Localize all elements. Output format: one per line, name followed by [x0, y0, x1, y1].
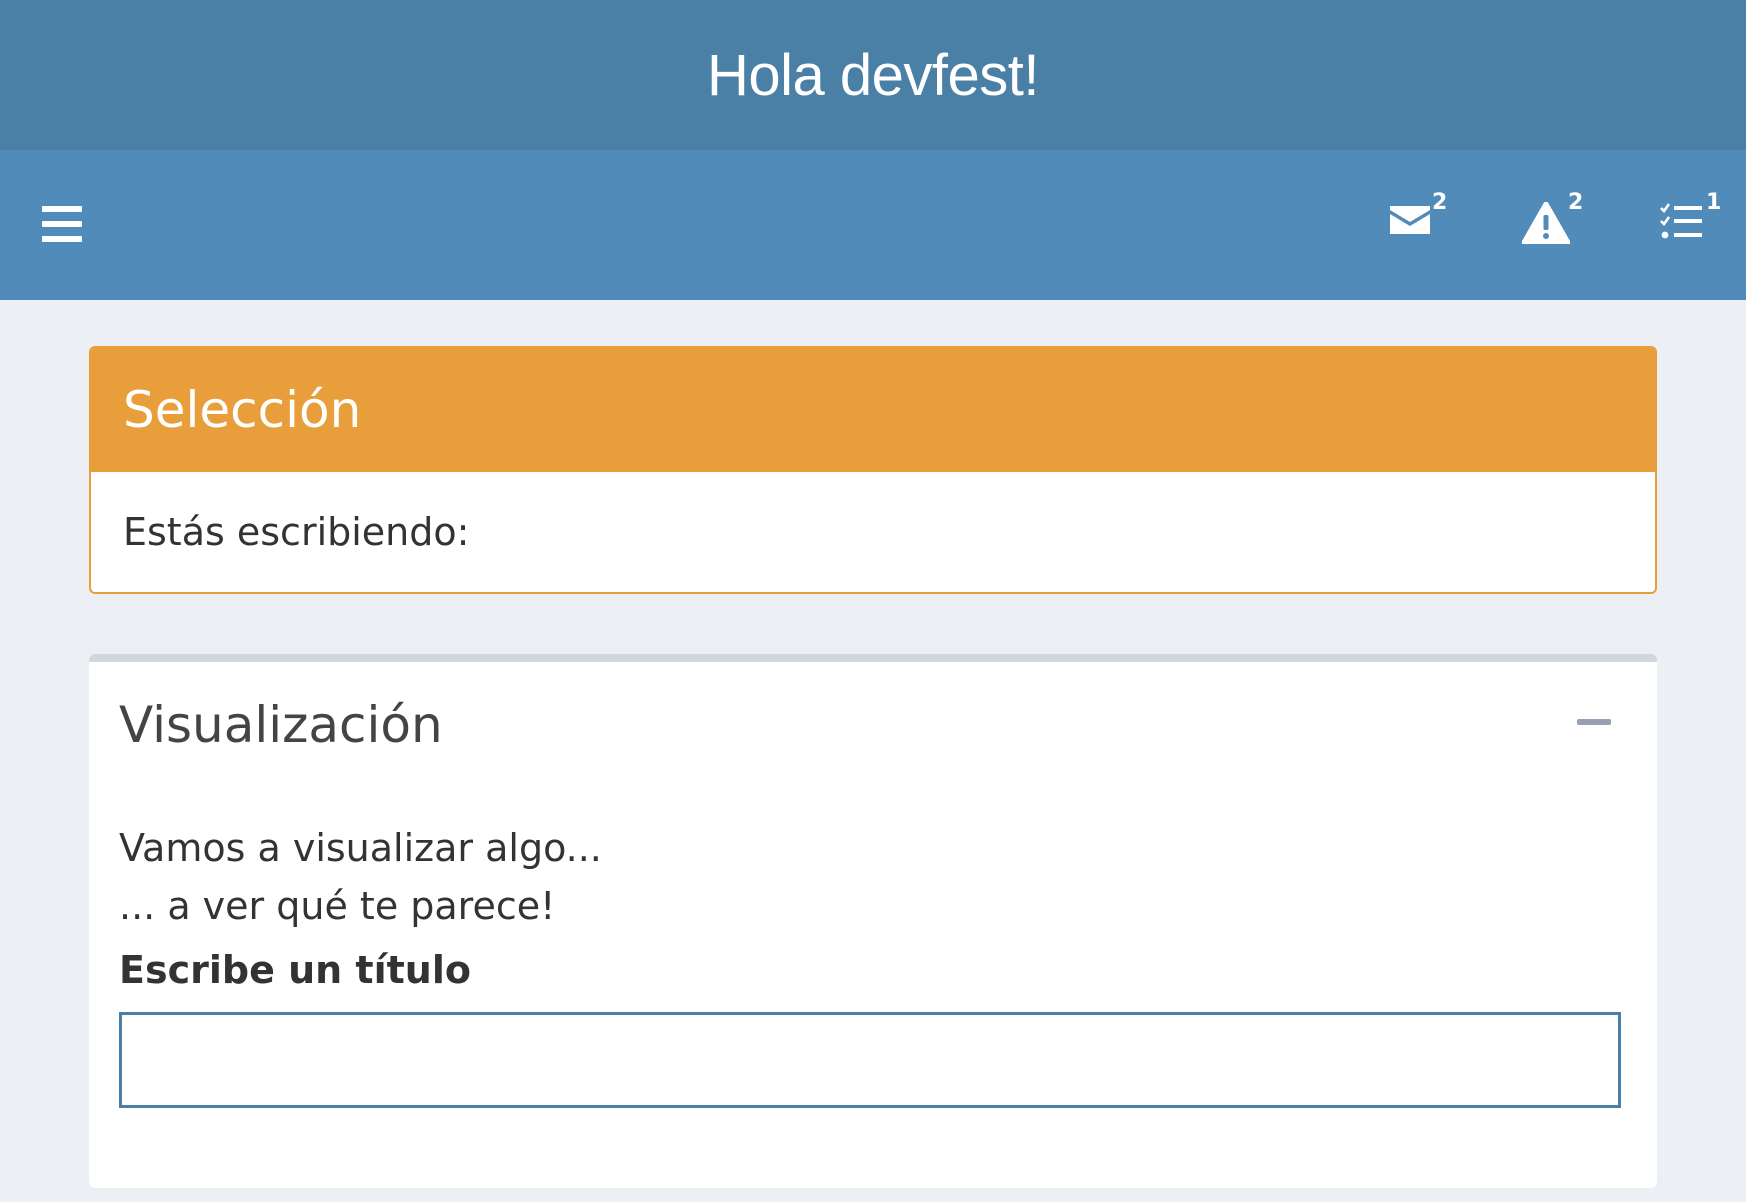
main-content: Selección Estás escribiendo: Visualizaci…: [89, 346, 1657, 1188]
app-title: Hola devfest!: [706, 42, 1040, 108]
tasks-count-badge: 1: [1706, 190, 1722, 215]
tasks-icon: [1660, 203, 1702, 239]
visualization-box: Visualización Vamos a visualizar algo...…: [89, 654, 1657, 1188]
hamburger-bar: [42, 206, 82, 212]
collapse-button[interactable]: [1577, 714, 1611, 730]
title-input[interactable]: [119, 1012, 1621, 1108]
hamburger-bar: [42, 221, 82, 227]
selection-box-header: Selección: [91, 348, 1655, 472]
warning-icon: [1522, 202, 1570, 244]
messages-count-badge: 2: [1432, 190, 1448, 215]
selection-box-body: Estás escribiendo:: [91, 472, 1655, 592]
selection-text: Estás escribiendo:: [123, 510, 470, 554]
envelope-icon: [1390, 206, 1430, 234]
notifications-button[interactable]: 2: [1522, 190, 1586, 254]
hamburger-bar: [42, 236, 82, 242]
tasks-button[interactable]: 1: [1660, 190, 1724, 254]
title-input-label: Escribe un título: [119, 948, 471, 992]
app-header: Hola devfest!: [0, 0, 1746, 150]
visualization-text-line-2: ... a ver qué te parece!: [119, 884, 556, 928]
menu-toggle-button[interactable]: [42, 206, 82, 242]
selection-box-title: Selección: [123, 381, 362, 439]
messages-button[interactable]: 2: [1388, 190, 1452, 254]
visualization-text-line-1: Vamos a visualizar algo...: [119, 826, 602, 870]
selection-box: Selección Estás escribiendo:: [89, 346, 1657, 594]
navbar: 2 2 1: [0, 150, 1746, 300]
minus-icon: [1577, 719, 1611, 725]
visualization-box-title: Visualización: [119, 696, 443, 754]
notifications-count-badge: 2: [1568, 190, 1584, 215]
